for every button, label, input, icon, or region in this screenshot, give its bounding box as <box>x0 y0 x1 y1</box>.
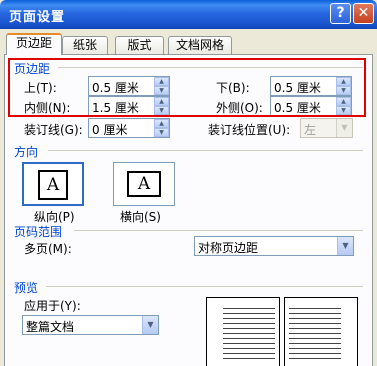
preview-divider <box>46 286 363 287</box>
tab-margins[interactable]: 页边距 <box>6 33 62 55</box>
tab-doc-grid[interactable]: 文档网格 <box>168 36 232 54</box>
chevron-down-icon[interactable]: ▼ <box>336 119 352 137</box>
multiple-pages-value: 对称页边距 <box>198 241 259 255</box>
gutter-label: 装订线(G): <box>24 123 83 137</box>
gutter-position-label: 装订线位置(U): <box>208 123 291 137</box>
dialog-title: 页面设置 <box>9 10 66 25</box>
help-button[interactable]: ? <box>330 3 351 24</box>
pages-divider <box>74 230 363 231</box>
pages-section-label: 页码范围 <box>14 225 63 239</box>
highlight-box <box>8 58 366 117</box>
gutter-spinner[interactable]: ▲ ▼ <box>154 119 169 137</box>
close-button[interactable]: ✕ <box>353 3 374 24</box>
landscape-icon: A <box>127 171 161 197</box>
preview-right-page <box>284 297 358 366</box>
apply-to-label: 应用于(Y): <box>24 299 81 313</box>
chevron-down-icon[interactable]: ▼ <box>142 316 158 334</box>
apply-to-select[interactable]: 整篇文档 ▼ <box>22 315 159 335</box>
tab-layout[interactable]: 版式 <box>115 36 164 54</box>
landscape-option[interactable]: A <box>113 162 175 206</box>
orientation-divider <box>48 150 363 151</box>
orientation-section-label: 方向 <box>14 145 39 159</box>
landscape-label: 横向(S) <box>120 210 161 224</box>
gutter-position-value: 左 <box>304 123 317 137</box>
preview-section-label: 预览 <box>14 281 39 295</box>
gutter-position-select[interactable]: 左 ▼ <box>300 118 353 138</box>
gutter-input[interactable]: 0 厘米 ▲ ▼ <box>88 118 170 138</box>
portrait-option[interactable]: A <box>22 162 84 206</box>
apply-to-value: 整篇文档 <box>26 320 75 334</box>
chevron-down-icon[interactable]: ▼ <box>337 237 353 255</box>
gutter-value: 0 厘米 <box>92 123 128 137</box>
multiple-pages-label: 多页(M): <box>24 242 72 256</box>
preview-left-page <box>206 297 280 366</box>
multiple-pages-select[interactable]: 对称页边距 ▼ <box>194 236 354 256</box>
tab-paper[interactable]: 纸张 <box>62 36 108 54</box>
portrait-icon: A <box>38 170 68 200</box>
